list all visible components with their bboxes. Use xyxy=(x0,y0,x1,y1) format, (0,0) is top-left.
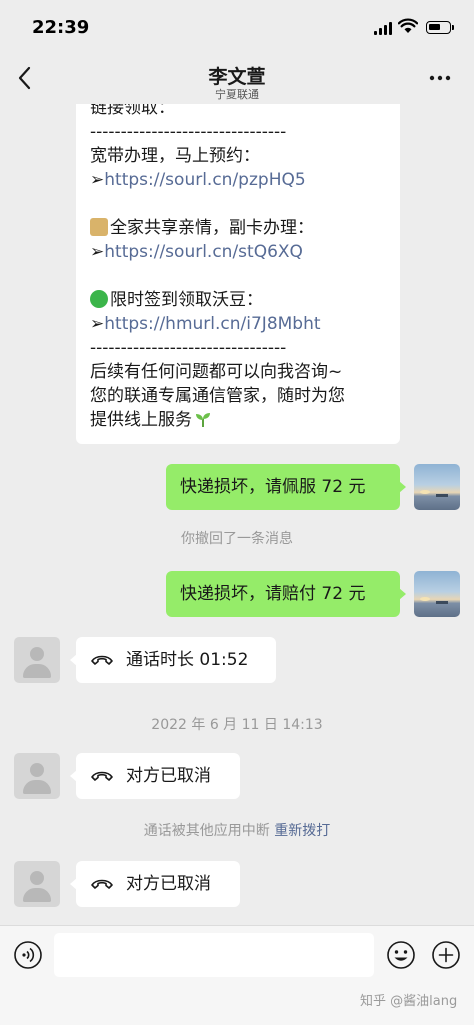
call-record-bubble[interactable]: 对方已取消 xyxy=(70,753,240,799)
message-link[interactable]: https://sourl.cn/stQ6XQ xyxy=(104,242,303,262)
call-duration-text: 通话时长 01:52 xyxy=(126,650,249,670)
phone-handset-icon xyxy=(91,771,113,781)
message-text: 提供线上服务 xyxy=(90,410,192,430)
message-link-line: ➢https://sourl.cn/stQ6XQ xyxy=(90,240,386,264)
chat-subtitle: 宁夏联通 xyxy=(215,88,259,101)
message-line: 后续有任何问题都可以向我咨询~ xyxy=(90,362,343,382)
message-divider: -------------------------------- xyxy=(90,338,287,358)
message-bubble-outgoing[interactable]: 快递损坏，请赔付 72 元 xyxy=(166,571,406,617)
status-bar: 22:39 xyxy=(0,0,474,52)
message-bubble-incoming[interactable]: 链接领取： -------------------------------- 宽… xyxy=(76,104,400,444)
chat-title: 李文萱 xyxy=(208,66,266,88)
message-text: 全家共享亲情，副卡办理： xyxy=(110,218,314,238)
nav-bar: 李文萱 宁夏联通 xyxy=(0,52,474,104)
arrow-icon: ➢ xyxy=(90,170,105,190)
battery-icon xyxy=(426,21,454,34)
message-line: 提供线上服务 xyxy=(90,408,386,432)
avatar-contact[interactable] xyxy=(14,637,60,683)
message-text: 快递损坏，请佩服 72 元 xyxy=(180,477,366,497)
call-record-bubble[interactable]: 通话时长 01:52 xyxy=(70,637,276,683)
call-status-text: 对方已取消 xyxy=(126,874,211,894)
status-time: 22:39 xyxy=(32,17,90,38)
message-line: 限时签到领取沃豆： xyxy=(90,288,386,312)
watermark: 知乎 @酱油lang xyxy=(360,994,458,1009)
message-divider: -------------------------------- xyxy=(90,122,287,142)
message-text: 限时签到领取沃豆： xyxy=(110,290,263,310)
arrow-icon: ➢ xyxy=(90,314,105,334)
message-link[interactable]: https://hmurl.cn/i7J8Mbht xyxy=(104,314,320,334)
call-interrupted-notice: 通话被其他应用中断 重新拨打 xyxy=(0,820,474,840)
avatar-self[interactable] xyxy=(414,464,460,510)
plus-icon[interactable] xyxy=(431,940,461,970)
emoji-icon[interactable] xyxy=(386,940,416,970)
call-record-bubble[interactable]: 对方已取消 xyxy=(70,861,240,907)
message-line: 您的联通专属通信管家，随时为您 xyxy=(90,386,345,406)
interrupted-text: 通话被其他应用中断 xyxy=(143,823,270,839)
avatar-contact[interactable] xyxy=(14,861,60,907)
timestamp: 2022 年 6 月 11 日 14:13 xyxy=(151,717,323,733)
message-link-line: ➢https://hmurl.cn/i7J8Mbht xyxy=(90,312,386,336)
message-link[interactable]: https://sourl.cn/pzpHQ5 xyxy=(104,170,305,190)
voice-icon[interactable] xyxy=(13,940,43,970)
message-line: 宽带办理，马上预约： xyxy=(90,146,260,166)
input-bar: 知乎 @酱油lang xyxy=(0,925,474,1025)
arrow-icon: ➢ xyxy=(90,242,105,262)
family-emoji-icon xyxy=(90,218,108,236)
avatar-self[interactable] xyxy=(414,571,460,617)
message-input[interactable] xyxy=(54,933,374,977)
phone-handset-icon xyxy=(91,879,113,889)
seedling-emoji-icon xyxy=(196,413,210,427)
call-status-text: 对方已取消 xyxy=(126,766,211,786)
wifi-icon xyxy=(398,18,418,33)
message-text: 快递损坏，请赔付 72 元 xyxy=(180,584,366,604)
message-link-line: ➢https://sourl.cn/pzpHQ5 xyxy=(90,168,386,192)
more-icon[interactable] xyxy=(426,64,454,92)
chat-area[interactable]: 链接领取： -------------------------------- 宽… xyxy=(0,104,474,925)
green-circle-emoji-icon xyxy=(90,290,108,308)
message-line: 链接领取： xyxy=(90,104,175,118)
signal-icon xyxy=(374,22,392,35)
message-line: 全家共享亲情，副卡办理： xyxy=(90,216,386,240)
avatar-contact[interactable] xyxy=(14,753,60,799)
phone-handset-icon xyxy=(91,655,113,665)
recall-notice: 你撤回了一条消息 xyxy=(181,531,293,547)
message-bubble-outgoing[interactable]: 快递损坏，请佩服 72 元 xyxy=(166,464,406,510)
redial-link[interactable]: 重新拨打 xyxy=(274,823,330,839)
